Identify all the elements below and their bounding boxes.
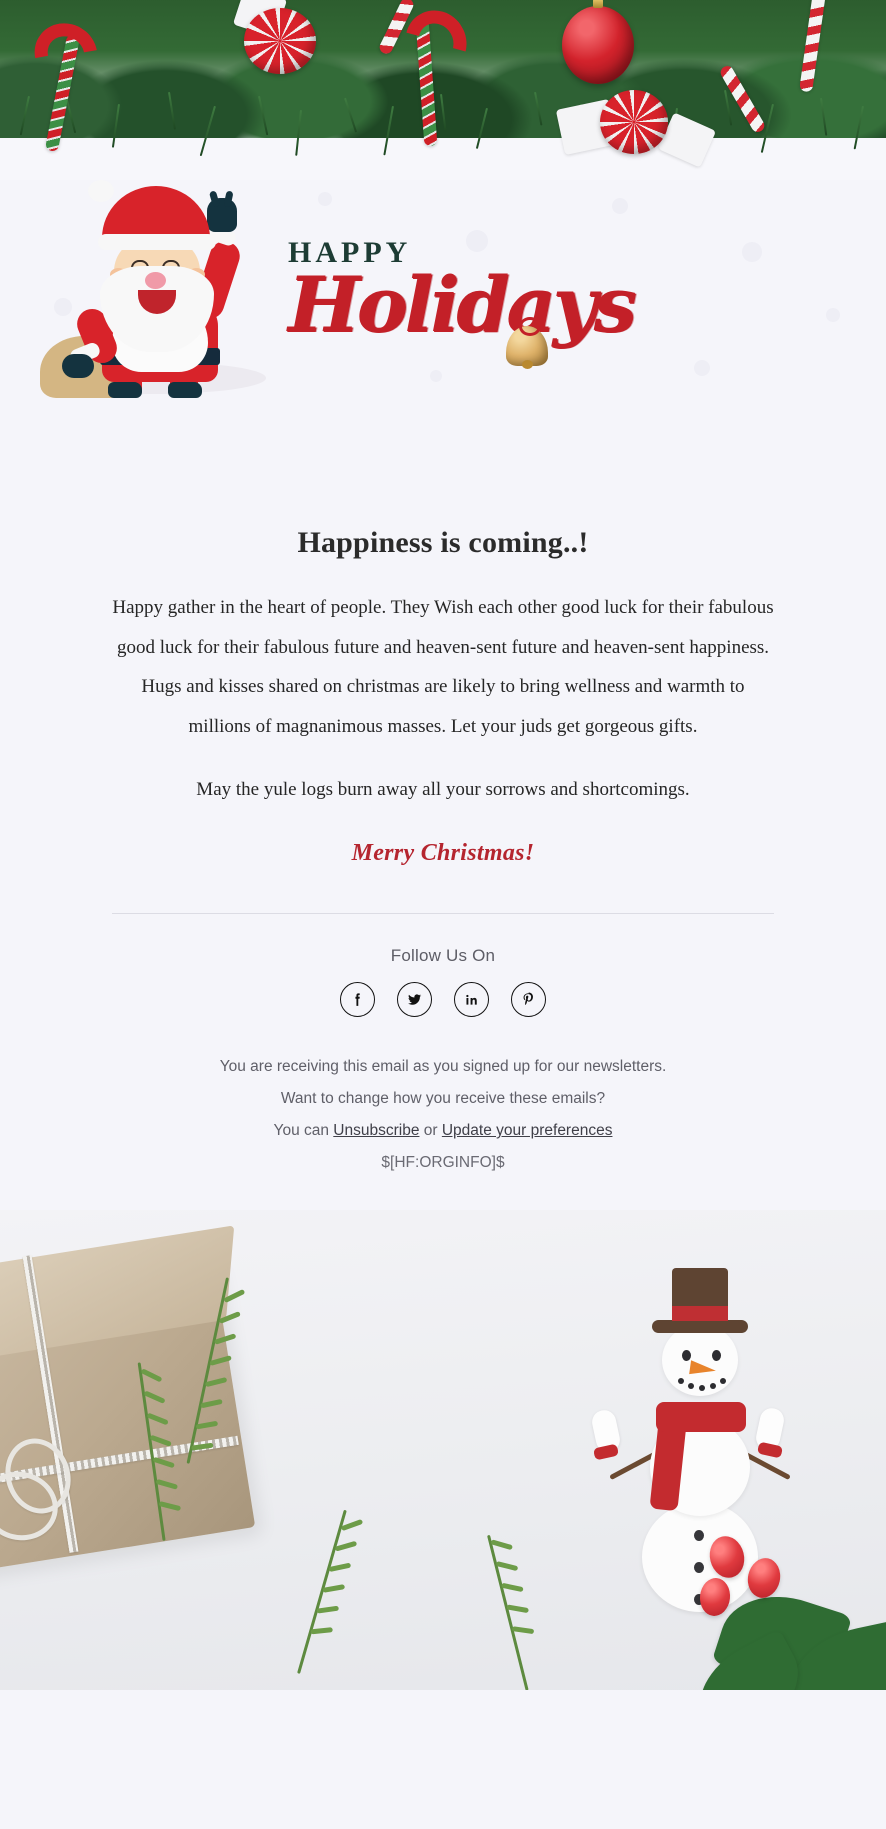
update-preferences-link[interactable]: Update your preferences xyxy=(442,1122,613,1139)
linkedin-icon[interactable] xyxy=(454,981,489,1017)
social-icon-row xyxy=(0,981,886,1017)
pinterest-icon[interactable] xyxy=(511,981,546,1017)
snowman-smile xyxy=(678,1377,726,1392)
org-info-merge-tag: $[HF:ORGINFO]$ xyxy=(381,1154,505,1172)
holidays-word: Holidays xyxy=(288,260,637,349)
berry xyxy=(744,1554,784,1601)
top-banner-image xyxy=(0,0,886,180)
footer-line-2: Want to change how you receive these ema… xyxy=(280,1089,606,1107)
footer-line-3-prefix: You can xyxy=(273,1122,334,1140)
twitter-icon[interactable] xyxy=(397,981,432,1017)
pine-sprig xyxy=(487,1529,551,1690)
footer-line-3-middle: or xyxy=(419,1122,442,1140)
happy-holidays-artwork: HAPPY Holidays xyxy=(0,180,886,520)
santa-waving-hand xyxy=(207,198,237,232)
bottom-banner-image xyxy=(0,1209,886,1690)
footer-legal-text: You are receiving this email as you sign… xyxy=(0,1017,886,1180)
facebook-icon[interactable] xyxy=(340,981,375,1017)
follow-us-label: Follow Us On xyxy=(390,945,496,965)
body-paragraph-1: Happy gather in the heart of people. The… xyxy=(112,597,774,737)
happy-holidays-lettering: HAPPY Holidays xyxy=(288,238,637,369)
santa-illustration xyxy=(40,180,272,414)
carrot-nose-icon xyxy=(689,1359,717,1378)
body-paragraph-2: May the yule logs burn away all your sor… xyxy=(196,779,690,801)
holly-berries-decoration xyxy=(682,1500,886,1690)
closing-greeting: Merry Christmas! xyxy=(351,839,535,866)
follow-us-section: Follow Us On xyxy=(0,914,886,1017)
lollipop-ornament xyxy=(600,90,668,154)
bauble-ornament xyxy=(562,0,634,84)
pine-sprig xyxy=(297,1509,369,1680)
berry xyxy=(705,1532,749,1582)
lollipop-ornament xyxy=(244,8,316,74)
email-body: HAPPY Holidays Happiness is coming..! Ha… xyxy=(0,0,886,1829)
page-title: Happiness is coming..! xyxy=(297,526,589,559)
email-content: Happiness is coming..! Happy gather in t… xyxy=(0,520,886,867)
footer-line-3: You can Unsubscribe or Update your prefe… xyxy=(0,1115,886,1147)
berry xyxy=(698,1576,732,1617)
footer-line-1: You are receiving this email as you sign… xyxy=(219,1057,667,1075)
unsubscribe-link[interactable]: Unsubscribe xyxy=(333,1122,419,1139)
